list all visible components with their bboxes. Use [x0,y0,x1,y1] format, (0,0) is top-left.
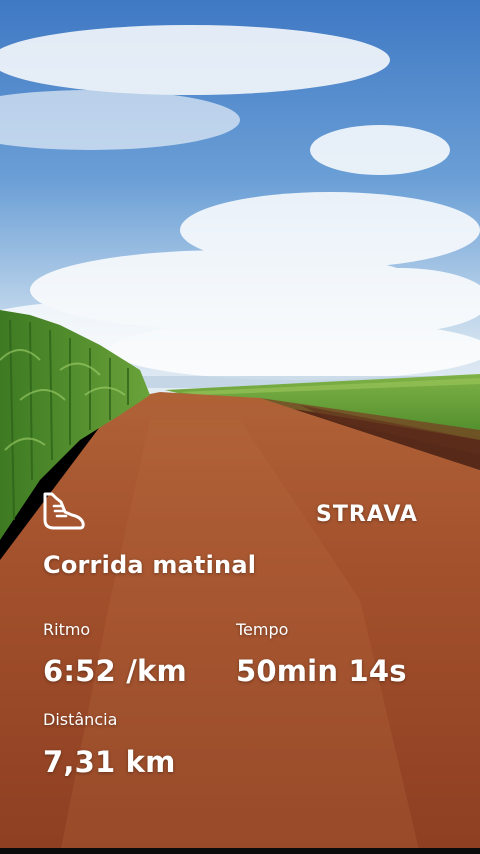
running-shoe-icon [43,492,85,530]
activity-overlay: STRAVA Corrida matinal Ritmo 6:52 /km Te… [0,0,480,854]
time-label: Tempo [236,620,289,639]
strava-logo: STRAVA [316,502,418,527]
time-value: 50min 14s [236,654,407,688]
distance-label: Distância [43,710,118,729]
bottom-edge [0,848,480,854]
pace-label: Ritmo [43,620,91,639]
distance-value: 7,31 km [43,745,176,779]
activity-title: Corrida matinal [43,551,257,579]
pace-value: 6:52 /km [43,654,187,688]
